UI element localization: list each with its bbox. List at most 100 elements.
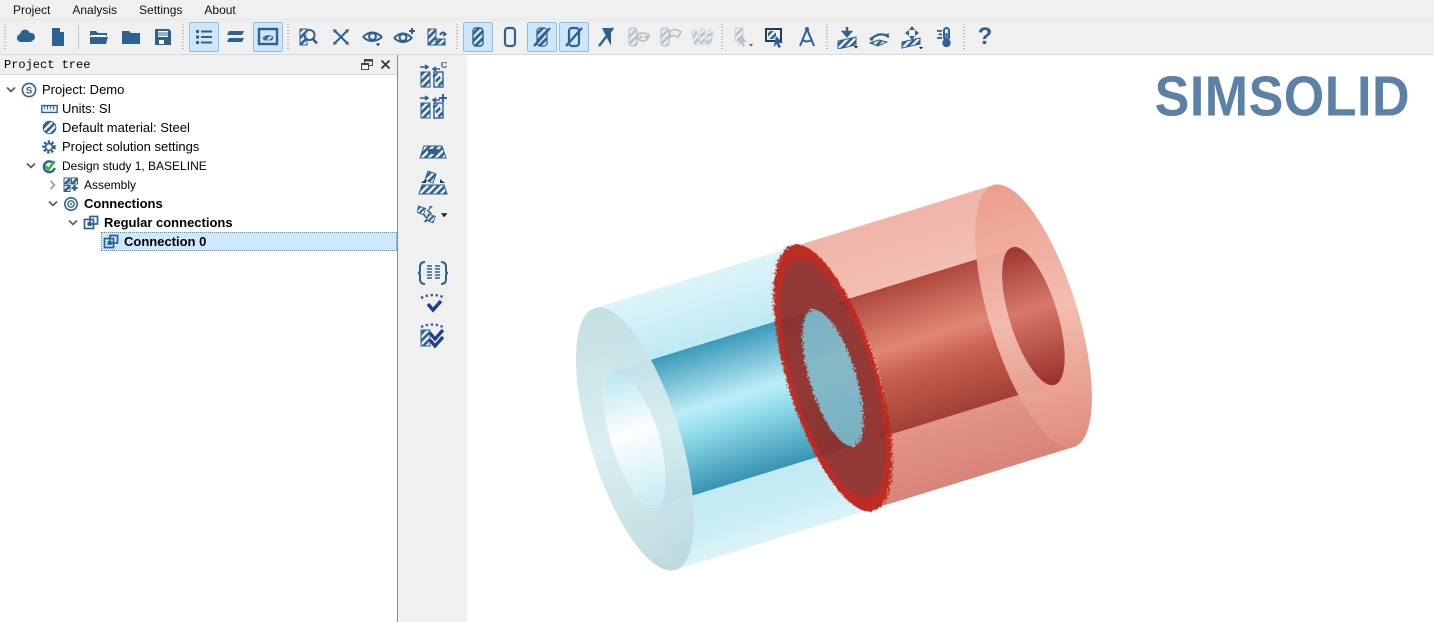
outline-part-icon xyxy=(498,25,522,49)
transparent-part-button[interactable] xyxy=(527,22,557,52)
question-icon: ? xyxy=(978,25,993,49)
project-tree-titlebar[interactable]: Project tree xyxy=(0,55,397,75)
apply-connections-button[interactable] xyxy=(417,320,449,350)
viewport-3d[interactable]: SIMSOLID xyxy=(467,55,1434,622)
move-arrows-icon xyxy=(899,25,925,49)
float-panel-button[interactable] xyxy=(358,57,376,73)
toolbar-drag-handle[interactable] xyxy=(181,24,186,50)
ruler-icon xyxy=(40,101,58,117)
toolbar-drag-handle[interactable] xyxy=(825,24,830,50)
comments-button[interactable] xyxy=(221,22,251,52)
connections-target-icon xyxy=(62,196,80,212)
tree-item-project[interactable]: S Project: Demo xyxy=(0,80,397,99)
menu-settings[interactable]: Settings xyxy=(128,1,193,19)
tree-item-material[interactable]: Default material: Steel xyxy=(0,118,397,137)
rotate-part-icon xyxy=(425,25,449,49)
contact-pair-icon xyxy=(417,200,449,228)
striped-outline-slash-icon xyxy=(562,25,586,49)
mask-selected-button[interactable] xyxy=(655,22,685,52)
pick-box-icon xyxy=(762,25,788,49)
list-view-icon xyxy=(192,25,216,49)
new-file-button[interactable] xyxy=(43,22,73,52)
apply-check-icon xyxy=(418,321,448,349)
open-folder-icon xyxy=(87,25,111,49)
tree-item-design-study[interactable]: Design study 1, BASELINE xyxy=(0,156,397,175)
material-sphere-icon xyxy=(40,120,58,136)
save-button[interactable] xyxy=(148,22,178,52)
hide-part-icon xyxy=(594,25,618,49)
zoom-selection-button[interactable] xyxy=(294,22,324,52)
unmask-all-button[interactable] xyxy=(687,22,717,52)
folder-button[interactable] xyxy=(116,22,146,52)
new-file-icon xyxy=(46,25,70,49)
cloud-button[interactable] xyxy=(11,22,41,52)
toolbar-separator xyxy=(78,25,79,49)
review-connections-button[interactable] xyxy=(417,289,449,319)
striped-slash-icon xyxy=(530,25,554,49)
fit-view-icon xyxy=(329,25,353,49)
displacement-load-button[interactable] xyxy=(897,22,927,52)
toolbar-drag-handle[interactable] xyxy=(455,24,460,50)
hide-part-button[interactable] xyxy=(591,22,621,52)
tree-item-units[interactable]: Units: SI xyxy=(0,99,397,118)
compass-icon xyxy=(795,25,819,49)
tree-item-connection-0[interactable]: Connection 0 xyxy=(0,232,397,251)
connection-squares-icon xyxy=(102,234,120,250)
expander-open-icon[interactable] xyxy=(44,195,61,212)
fit-view-button[interactable] xyxy=(326,22,356,52)
list-view-button[interactable] xyxy=(189,22,219,52)
eye-plus-icon xyxy=(392,25,418,49)
eye-icon xyxy=(360,25,386,49)
toolbar-drag-handle[interactable] xyxy=(720,24,725,50)
close-panel-button[interactable] xyxy=(376,57,394,73)
toolbar-drag-handle[interactable] xyxy=(962,24,967,50)
toolbar-drag-handle[interactable] xyxy=(3,24,8,50)
moment-load-button[interactable] xyxy=(865,22,895,52)
connections-toolbar: C xyxy=(398,55,467,622)
spring-connector-icon xyxy=(417,260,449,286)
expander-open-icon[interactable] xyxy=(2,81,19,98)
open-folder-button[interactable] xyxy=(84,22,114,52)
tree-item-solution-settings[interactable]: Project solution settings xyxy=(0,137,397,156)
expander-closed-icon[interactable] xyxy=(44,176,61,193)
comments-icon xyxy=(224,25,248,49)
force-load-button[interactable] xyxy=(833,22,863,52)
show-part-button[interactable] xyxy=(463,22,493,52)
toolbar-drag-handle[interactable] xyxy=(286,24,291,50)
help-button[interactable]: ? xyxy=(970,22,1000,52)
connections-recompute-icon: C xyxy=(418,62,448,90)
connection-plane-button[interactable] xyxy=(417,137,449,167)
viewport-view-button[interactable] xyxy=(253,22,283,52)
folder-icon xyxy=(119,25,143,49)
connection-group-button[interactable] xyxy=(417,168,449,198)
svg-text:C: C xyxy=(440,62,447,70)
connections-recompute-button[interactable]: C xyxy=(417,61,449,91)
outline-part-button[interactable] xyxy=(495,22,525,52)
connections-add-button[interactable] xyxy=(417,92,449,122)
tree-item-connections[interactable]: Connections xyxy=(0,194,397,213)
pick-box-button[interactable] xyxy=(760,22,790,52)
expander-open-icon[interactable] xyxy=(64,214,81,231)
measure-button[interactable] xyxy=(792,22,822,52)
thermal-load-button[interactable] xyxy=(929,22,959,52)
viewport-icon xyxy=(256,25,280,49)
show-all-button[interactable] xyxy=(390,22,420,52)
visibility-button[interactable] xyxy=(358,22,388,52)
tree-item-regular-connections[interactable]: Regular connections xyxy=(0,213,397,232)
expander-open-icon[interactable] xyxy=(22,157,39,174)
tree-item-assembly[interactable]: Assembly xyxy=(0,175,397,194)
review-check-icon xyxy=(418,292,448,316)
mask-part-button[interactable] xyxy=(623,22,653,52)
spring-connector-button[interactable] xyxy=(417,258,449,288)
menu-analysis[interactable]: Analysis xyxy=(61,1,128,19)
transparent-outline-button[interactable] xyxy=(559,22,589,52)
moment-arrow-icon xyxy=(867,25,893,49)
menu-about[interactable]: About xyxy=(193,1,246,19)
pick-part-button[interactable] xyxy=(728,22,758,52)
rotate-part-button[interactable] xyxy=(422,22,452,52)
menu-project[interactable]: Project xyxy=(2,1,61,19)
selected-tree-row[interactable]: Connection 0 xyxy=(101,232,397,251)
contact-pair-button[interactable] xyxy=(417,199,449,229)
svg-text:S: S xyxy=(26,85,32,96)
pick-hand-icon xyxy=(730,25,756,49)
